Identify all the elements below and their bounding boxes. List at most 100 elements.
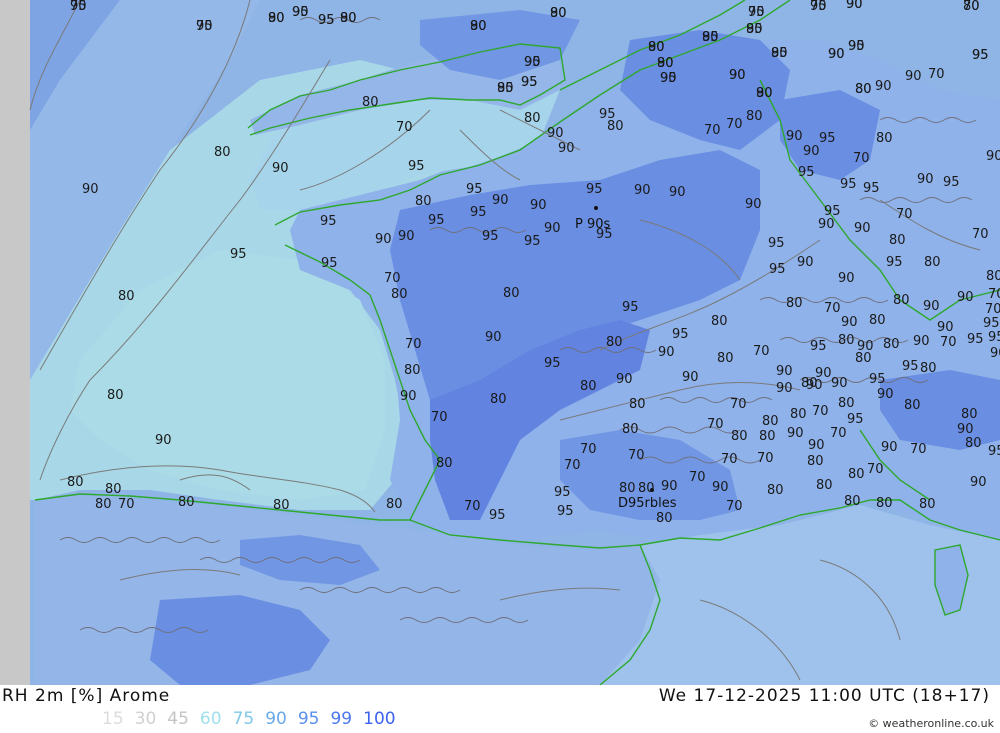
- contour-label: 70: [853, 151, 870, 166]
- contour-label: 90: [634, 183, 651, 198]
- color-legend: 15 30 45 60 75 90 95 99 100: [102, 709, 407, 729]
- map-title: RH 2m [%] Arome: [2, 686, 171, 706]
- contour-label: 90: [547, 126, 564, 141]
- contour-label: 80: [876, 131, 893, 146]
- contour-label: 80: [965, 436, 982, 451]
- contour-label: 70: [812, 404, 829, 419]
- contour-label: 80: [273, 498, 290, 513]
- contour-label: 90: [530, 198, 547, 213]
- contour-label: 90: [787, 426, 804, 441]
- contour-label: 80: [497, 81, 514, 96]
- contour-label: 90: [682, 370, 699, 385]
- contour-label: 80: [961, 407, 978, 422]
- contour-label: 80: [702, 30, 719, 45]
- contour-label: 90: [658, 345, 675, 360]
- contour-label: 95: [524, 234, 541, 249]
- contour-label: 90: [558, 141, 575, 156]
- contour-label: 80: [919, 497, 936, 512]
- contour-label: 95: [972, 48, 989, 63]
- legend-value: 95: [297, 709, 320, 729]
- contour-label: 90: [272, 161, 289, 176]
- contour-label: 95: [408, 159, 425, 174]
- contour-label: 90: [660, 71, 677, 86]
- contour-label: 80: [731, 429, 748, 444]
- rh-map: P 90s D95rbles 95 95 90 90 95 90 90 90 95 95 90 70 9…: [0, 0, 1000, 685]
- contour-label: 95: [544, 356, 561, 371]
- contour-label: 80: [118, 289, 135, 304]
- contour-label: 70: [464, 499, 481, 514]
- contour-label: 70: [910, 442, 927, 457]
- contour-label: 80: [920, 361, 937, 376]
- contour-label: 90: [818, 217, 835, 232]
- contour-label: 95: [622, 300, 639, 315]
- contour-label: 80: [986, 269, 1000, 284]
- contour-label: 70: [988, 287, 1000, 302]
- footer: RH 2m [%] Arome We 17-12-2025 11:00 UTC …: [0, 685, 1000, 733]
- contour-label: 80: [391, 287, 408, 302]
- contour-label: 95: [672, 327, 689, 342]
- contour-label: 90: [957, 290, 974, 305]
- contour-label: 90: [877, 387, 894, 402]
- contour-label: 95: [863, 181, 880, 196]
- contour-label: 80: [436, 456, 453, 471]
- contour-label: 80: [622, 422, 639, 437]
- contour-label: 80: [648, 40, 665, 55]
- contour-label: 95: [840, 177, 857, 192]
- contour-label: 70: [757, 451, 774, 466]
- contour-label: 80: [340, 11, 357, 26]
- contour-label: 95: [230, 247, 247, 262]
- contour-label: 80: [876, 496, 893, 511]
- contour-label: 80: [838, 333, 855, 348]
- contour-label: 80: [838, 396, 855, 411]
- credit-link[interactable]: © weatheronline.co.uk: [868, 717, 994, 730]
- contour-label: 80: [889, 233, 906, 248]
- contour-label: 80: [107, 388, 124, 403]
- contour-label: 80: [607, 119, 624, 134]
- contour-label: 90: [923, 299, 940, 314]
- contour-label: 70: [405, 337, 422, 352]
- contour-label: 90: [986, 149, 1000, 164]
- contour-label: 95: [470, 205, 487, 220]
- contour-label: 70: [70, 0, 87, 14]
- contour-label: 95: [489, 508, 506, 523]
- contour-label: 90: [544, 221, 561, 236]
- contour-label: 90: [803, 144, 820, 159]
- contour-label: 95: [988, 330, 1000, 345]
- contour-label: 95: [798, 165, 815, 180]
- contour-label: 95: [769, 262, 786, 277]
- contour-label: 70: [396, 120, 413, 135]
- contour-label: 90: [848, 39, 865, 54]
- contour-label: 70: [707, 417, 724, 432]
- city-dot-paris: [594, 206, 598, 210]
- contour-label: 80: [178, 495, 195, 510]
- contour-label: 95: [869, 372, 886, 387]
- contour-label: 70: [867, 462, 884, 477]
- contour-label: 80: [717, 351, 734, 366]
- contour-label: 90: [661, 479, 678, 494]
- contour-label: 70: [928, 67, 945, 82]
- contour-label: 95: [557, 504, 574, 519]
- contour-label: 80: [855, 351, 872, 366]
- contour-label: 80: [524, 111, 541, 126]
- contour-label: 80: [762, 414, 779, 429]
- contour-label: 90: [828, 47, 845, 62]
- contour-label: 80: [963, 0, 980, 14]
- forecast-datetime: We 17-12-2025 11:00 UTC (18+17): [658, 686, 990, 706]
- contour-label: 70: [726, 499, 743, 514]
- contour-label: 70: [940, 335, 957, 350]
- contour-label: 90: [838, 271, 855, 286]
- contour-label: 70: [721, 452, 738, 467]
- contour-label: 95: [902, 359, 919, 374]
- contour-label: 95: [943, 175, 960, 190]
- contour-label: 70: [196, 19, 213, 34]
- contour-label: 95: [292, 5, 309, 20]
- contour-label: 80: [550, 6, 567, 21]
- contour-label: 80: [904, 398, 921, 413]
- contour-label: 95: [768, 236, 785, 251]
- contour-label: 80: [657, 56, 674, 71]
- contour-label: 90: [841, 315, 858, 330]
- contour-label: 95: [847, 412, 864, 427]
- contour-label: 95: [810, 339, 827, 354]
- contour-label: 90: [776, 381, 793, 396]
- contour-label: 90: [776, 364, 793, 379]
